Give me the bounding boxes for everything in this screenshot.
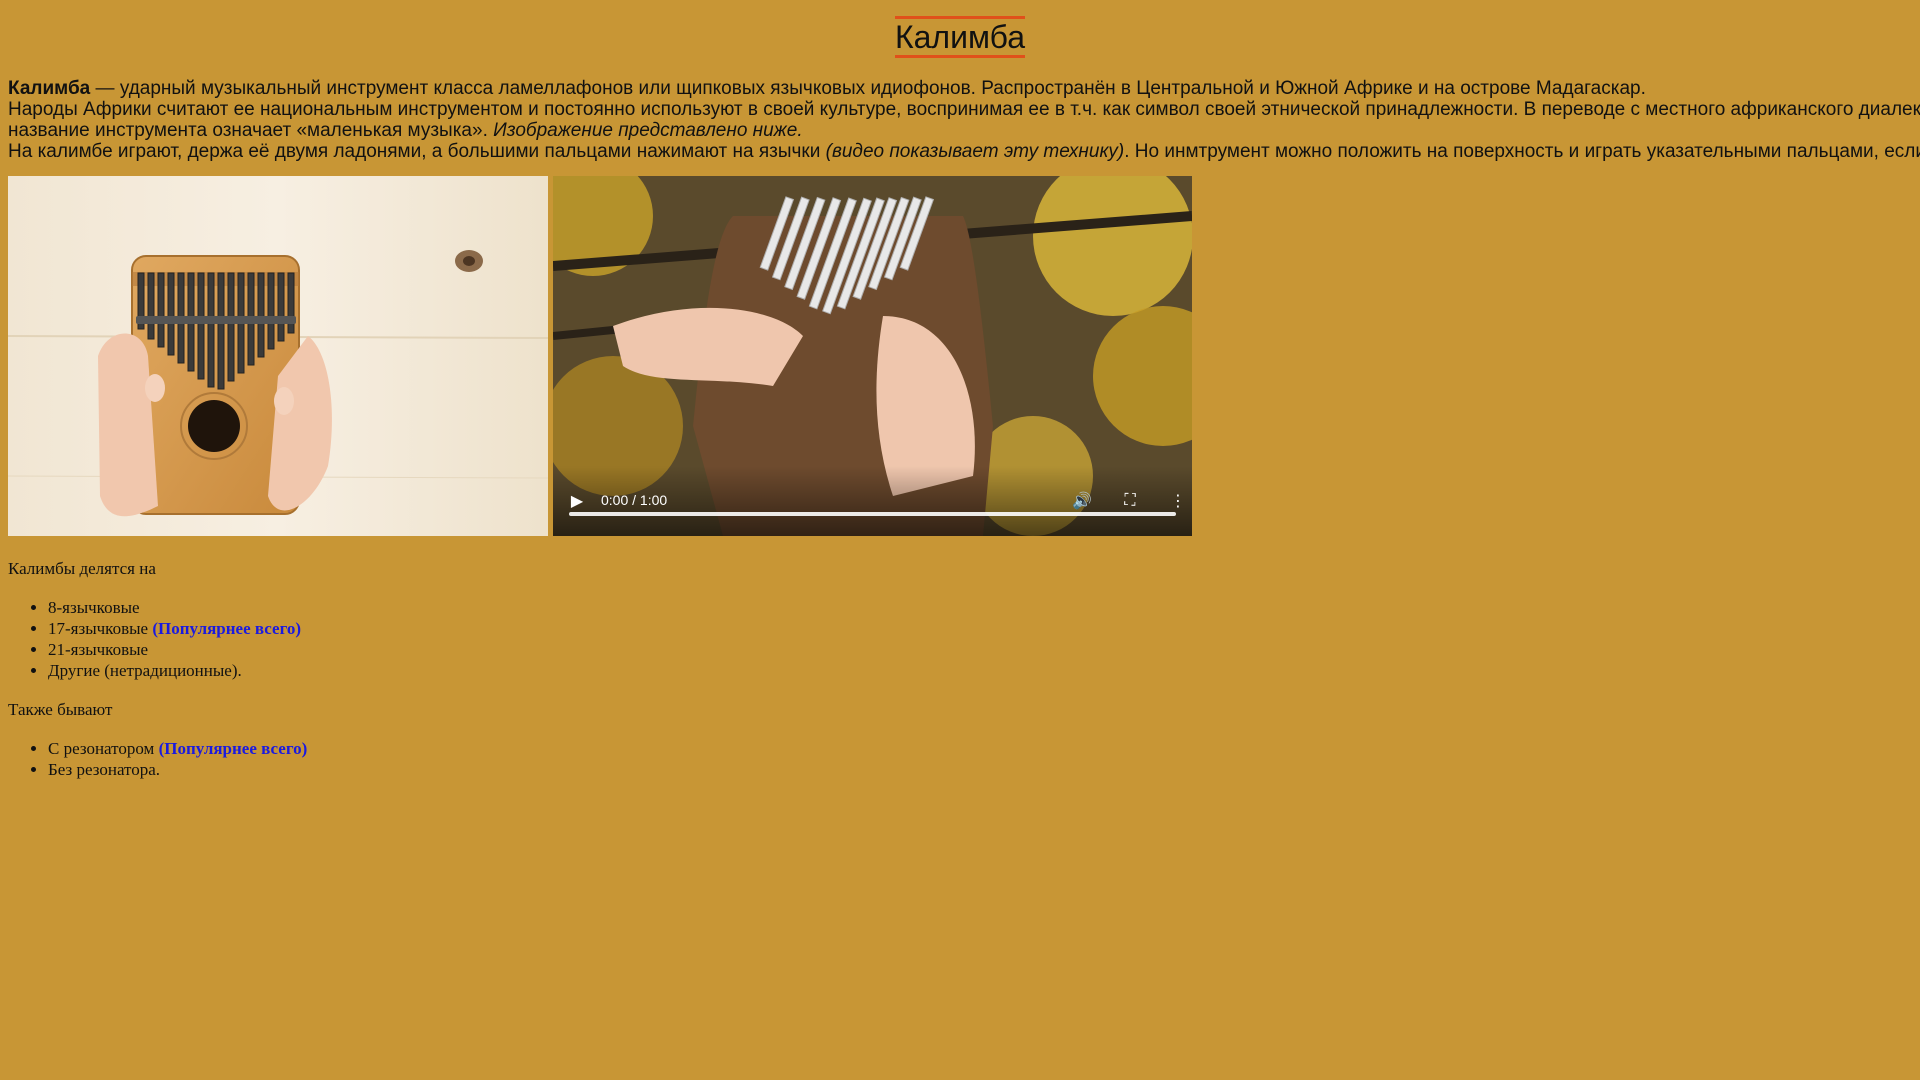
video-player[interactable]: ▶ 0:00 / 1:00 🔊 ⛶ ⋮ <box>553 176 1192 536</box>
section2-list: С резонатором (Популярнее всего) Без рез… <box>8 738 307 780</box>
more-vertical-icon[interactable]: ⋮ <box>1164 486 1192 514</box>
page: Калимба Калимба — ударный музыкальный ин… <box>0 0 1920 1080</box>
intro-line-4-text: На калимбе играют, держа её двумя ладоня… <box>8 141 826 162</box>
intro-line-4-rest: . Но инмтрумент можно положить на поверх… <box>1124 141 1920 162</box>
title-wrap: Калимба <box>0 0 1920 58</box>
page-title: Калимба <box>894 16 1025 58</box>
popular-tag: (Популярнее всего) <box>152 619 302 638</box>
list-item: 8-язычковые <box>48 597 307 618</box>
list-item: 21-язычковые <box>48 639 307 660</box>
section1-list: 8-язычковые 17-язычковые (Популярнее все… <box>8 597 307 681</box>
section1-heading: Калимбы делятся на <box>8 559 156 578</box>
list-item-text: 17-язычковые <box>48 619 153 638</box>
list-item: 17-язычковые (Популярнее всего) <box>48 618 307 639</box>
section2-heading: Также бывают <box>8 700 113 719</box>
volume-icon[interactable]: 🔊 <box>1068 486 1096 514</box>
intro-line-3-text: название инструмента означает «маленькая… <box>8 120 494 141</box>
list-item-text: С резонатором <box>48 739 159 758</box>
media-row: ▶ 0:00 / 1:00 🔊 ⛶ ⋮ <box>8 176 1192 536</box>
list-item: Другие (нетрадиционные). <box>48 660 307 681</box>
intro-term: Калимба <box>8 78 91 99</box>
list-item-text: 21-язычковые <box>48 640 149 659</box>
intro-video-note: (видео показывает эту технику) <box>825 141 1125 162</box>
video-controls: ▶ 0:00 / 1:00 🔊 ⛶ ⋮ <box>553 466 1192 536</box>
video-time: 0:00 / 1:00 <box>601 492 668 508</box>
intro-line-1: Калимба — ударный музыкальный инструмент… <box>8 78 1912 99</box>
lower-content: Калимбы делятся на 8-язычковые 17-язычко… <box>8 558 307 798</box>
intro-line-3: название инструмента означает «маленькая… <box>8 120 1912 141</box>
play-icon[interactable]: ▶ <box>563 486 591 514</box>
intro-text: Калимба — ударный музыкальный инструмент… <box>8 78 1920 162</box>
list-item: Без резонатора. <box>48 759 307 780</box>
video-progress-bar[interactable] <box>569 512 1176 516</box>
list-item-text: Без резонатора. <box>48 760 161 779</box>
list-item: С резонатором (Популярнее всего) <box>48 738 307 759</box>
fullscreen-icon[interactable]: ⛶ <box>1116 486 1144 514</box>
intro-definition: — ударный музыкальный инструмент класса … <box>90 78 1646 99</box>
list-item-text: Другие (нетрадиционные). <box>48 661 242 680</box>
kalimba-photo <box>8 176 548 536</box>
popular-tag: (Популярнее всего) <box>158 739 308 758</box>
intro-image-note: Изображение представлено ниже. <box>493 120 803 141</box>
intro-line-4: На калимбе играют, держа её двумя ладоня… <box>8 141 1920 162</box>
intro-line-2: Народы Африки считают ее национальным ин… <box>8 99 1920 120</box>
list-item-text: 8-язычковые <box>48 598 140 617</box>
kalimba-image <box>8 176 548 536</box>
